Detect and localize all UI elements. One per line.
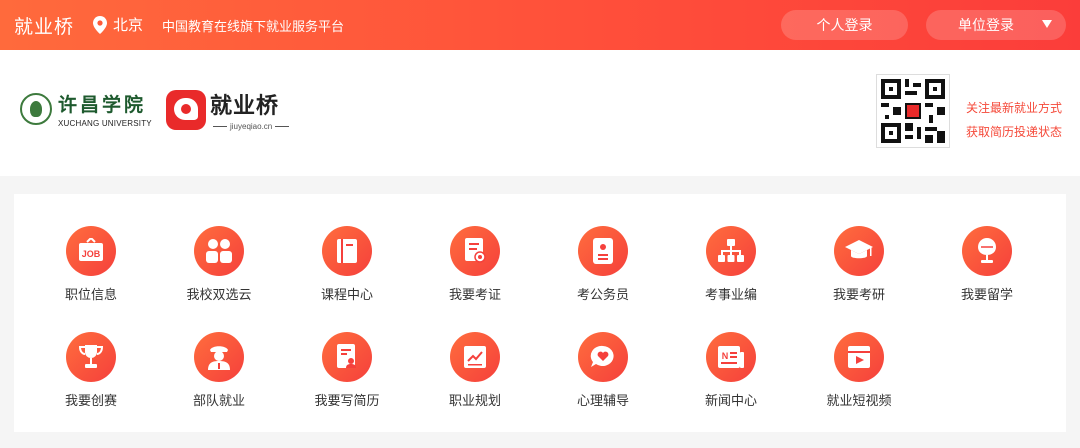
org-login-label: 单位登录 [958,18,1014,34]
jiuyeqiao-logo-icon [166,89,206,130]
service-label: 我要创赛 [64,394,117,409]
school-seal-icon [20,93,52,125]
service-label: 我要考证 [448,288,501,303]
service-label: 新闻中心 [704,394,757,409]
soldier-icon [194,332,244,382]
service-military-employment[interactable]: 部队就业 [164,332,274,412]
service-label: 我校双选云 [186,288,252,303]
graduation-cap-icon [834,226,884,276]
book-icon [322,226,372,276]
service-label: 课程中心 [320,288,373,303]
qr-code-icon [881,79,945,143]
service-label: 职业规划 [448,394,501,409]
brand-title[interactable]: 就业桥 [14,12,74,39]
globe-icon [962,226,1012,276]
chart-icon [450,332,500,382]
jiuyeqiao-name: 就业桥 [210,94,280,119]
svg-text:JOB: JOB [82,249,101,259]
service-label: 就业短视频 [826,394,892,409]
jiuyeqiao-url: jiuyeqiao.cn [210,122,292,131]
job-icon: JOB [66,226,116,276]
org-login-button[interactable]: 单位登录 [926,10,1066,40]
service-short-video[interactable]: 就业短视频 [804,332,914,412]
id-card-icon [578,226,628,276]
service-write-resume[interactable]: 我要写简历 [292,332,402,412]
caret-down-icon [1042,20,1052,28]
heart-chat-icon [578,332,628,382]
service-career-planning[interactable]: 职业规划 [420,332,530,412]
jiuyeqiao-url-text: jiuyeqiao.cn [230,122,273,131]
service-postgraduate[interactable]: 我要考研 [804,226,914,306]
location-label: 北京 [113,16,144,34]
school-name-cn: 许昌学院 [58,94,147,116]
service-label: 我要留学 [960,288,1013,303]
newspaper-icon: N [706,332,756,382]
trophy-icon [66,332,116,382]
service-certificate[interactable]: 我要考证 [420,226,530,306]
people-icon [194,226,244,276]
service-news-center[interactable]: N 新闻中心 [676,332,786,412]
video-icon [834,332,884,382]
follow-line-2: 获取简历投递状态 [966,125,1063,139]
service-public-institution[interactable]: 考事业编 [676,226,786,306]
services-panel: JOB 职位信息 我校双选云 课程中心 我要考证 考公务员 考事业编 我要考研 … [14,194,1066,432]
follow-line-1: 关注最新就业方式 [966,101,1063,115]
school-logo[interactable]: 许昌学院 XUCHANG UNIVERSITY [20,90,152,128]
service-civil-servant[interactable]: 考公务员 [548,226,658,306]
location-selector[interactable]: 北京 [93,14,143,35]
service-competition[interactable]: 我要创赛 [36,332,146,412]
service-double-select-cloud[interactable]: 我校双选云 [164,226,274,306]
certificate-icon [450,226,500,276]
service-label: 我要考研 [832,288,885,303]
service-label: 考公务员 [576,288,629,303]
qr-code [876,74,950,148]
service-label: 我要写简历 [314,394,380,409]
service-study-abroad[interactable]: 我要留学 [932,226,1042,306]
service-label: 心理辅导 [576,394,629,409]
service-job-info[interactable]: JOB 职位信息 [36,226,146,306]
follow-hint: 关注最新就业方式 获取简历投递状态 [966,96,1062,144]
header: 许昌学院 XUCHANG UNIVERSITY 就业桥 jiuyeqiao.cn [0,50,1080,176]
service-label: 部队就业 [192,394,245,409]
top-bar: 就业桥 北京 中国教育在线旗下就业服务平台 个人登录 单位登录 [0,0,1080,50]
personal-login-button[interactable]: 个人登录 [781,10,908,40]
jiuyeqiao-logo[interactable]: 就业桥 jiuyeqiao.cn [166,88,292,131]
service-label: 考事业编 [704,288,757,303]
school-name-en: XUCHANG UNIVERSITY [58,119,152,128]
slogan: 中国教育在线旗下就业服务平台 [162,20,345,35]
svg-text:N: N [722,351,729,361]
org-chart-icon [706,226,756,276]
location-pin-icon [93,15,107,34]
service-course-center[interactable]: 课程中心 [292,226,402,306]
service-counseling[interactable]: 心理辅导 [548,332,658,412]
service-label: 职位信息 [64,288,117,303]
resume-icon [322,332,372,382]
